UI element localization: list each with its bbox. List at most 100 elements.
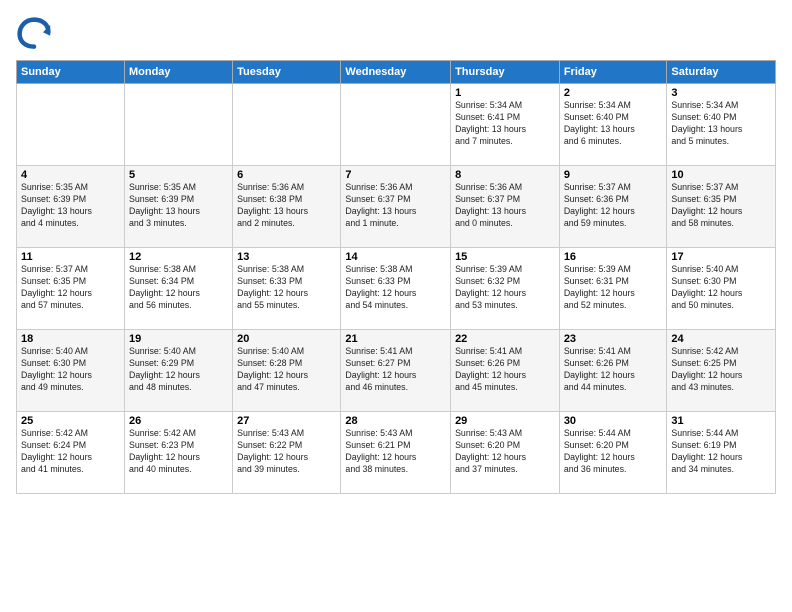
day-number: 24 [671, 333, 771, 345]
page: SundayMondayTuesdayWednesdayThursdayFrid… [0, 0, 792, 612]
calendar-cell [341, 84, 451, 166]
calendar-cell: 15Sunrise: 5:39 AM Sunset: 6:32 PM Dayli… [451, 248, 560, 330]
day-info: Sunrise: 5:40 AM Sunset: 6:28 PM Dayligh… [237, 346, 336, 394]
calendar-cell: 20Sunrise: 5:40 AM Sunset: 6:28 PM Dayli… [233, 330, 341, 412]
calendar-cell: 12Sunrise: 5:38 AM Sunset: 6:34 PM Dayli… [124, 248, 232, 330]
day-number: 7 [345, 169, 446, 181]
col-header-monday: Monday [124, 61, 232, 84]
day-info: Sunrise: 5:39 AM Sunset: 6:31 PM Dayligh… [564, 264, 663, 312]
col-header-sunday: Sunday [17, 61, 125, 84]
day-info: Sunrise: 5:42 AM Sunset: 6:23 PM Dayligh… [129, 428, 228, 476]
calendar-cell: 11Sunrise: 5:37 AM Sunset: 6:35 PM Dayli… [17, 248, 125, 330]
day-info: Sunrise: 5:44 AM Sunset: 6:20 PM Dayligh… [564, 428, 663, 476]
day-number: 4 [21, 169, 120, 181]
day-number: 6 [237, 169, 336, 181]
calendar-cell: 1Sunrise: 5:34 AM Sunset: 6:41 PM Daylig… [451, 84, 560, 166]
week-row-4: 18Sunrise: 5:40 AM Sunset: 6:30 PM Dayli… [17, 330, 776, 412]
calendar-cell: 17Sunrise: 5:40 AM Sunset: 6:30 PM Dayli… [667, 248, 776, 330]
day-number: 2 [564, 87, 663, 99]
day-number: 1 [455, 87, 555, 99]
week-row-5: 25Sunrise: 5:42 AM Sunset: 6:24 PM Dayli… [17, 412, 776, 494]
col-header-tuesday: Tuesday [233, 61, 341, 84]
calendar-cell: 26Sunrise: 5:42 AM Sunset: 6:23 PM Dayli… [124, 412, 232, 494]
day-info: Sunrise: 5:36 AM Sunset: 6:37 PM Dayligh… [455, 182, 555, 230]
calendar-cell: 18Sunrise: 5:40 AM Sunset: 6:30 PM Dayli… [17, 330, 125, 412]
calendar-cell: 31Sunrise: 5:44 AM Sunset: 6:19 PM Dayli… [667, 412, 776, 494]
day-number: 15 [455, 251, 555, 263]
day-info: Sunrise: 5:38 AM Sunset: 6:33 PM Dayligh… [237, 264, 336, 312]
day-number: 20 [237, 333, 336, 345]
day-number: 5 [129, 169, 228, 181]
day-info: Sunrise: 5:44 AM Sunset: 6:19 PM Dayligh… [671, 428, 771, 476]
calendar-cell: 23Sunrise: 5:41 AM Sunset: 6:26 PM Dayli… [559, 330, 667, 412]
day-number: 23 [564, 333, 663, 345]
day-number: 22 [455, 333, 555, 345]
day-info: Sunrise: 5:41 AM Sunset: 6:26 PM Dayligh… [455, 346, 555, 394]
week-row-3: 11Sunrise: 5:37 AM Sunset: 6:35 PM Dayli… [17, 248, 776, 330]
day-info: Sunrise: 5:34 AM Sunset: 6:41 PM Dayligh… [455, 100, 555, 148]
calendar-cell: 13Sunrise: 5:38 AM Sunset: 6:33 PM Dayli… [233, 248, 341, 330]
calendar-header-row: SundayMondayTuesdayWednesdayThursdayFrid… [17, 61, 776, 84]
calendar-cell: 16Sunrise: 5:39 AM Sunset: 6:31 PM Dayli… [559, 248, 667, 330]
day-info: Sunrise: 5:38 AM Sunset: 6:33 PM Dayligh… [345, 264, 446, 312]
day-info: Sunrise: 5:37 AM Sunset: 6:36 PM Dayligh… [564, 182, 663, 230]
calendar-cell: 30Sunrise: 5:44 AM Sunset: 6:20 PM Dayli… [559, 412, 667, 494]
day-info: Sunrise: 5:35 AM Sunset: 6:39 PM Dayligh… [21, 182, 120, 230]
week-row-1: 1Sunrise: 5:34 AM Sunset: 6:41 PM Daylig… [17, 84, 776, 166]
day-number: 30 [564, 415, 663, 427]
day-info: Sunrise: 5:39 AM Sunset: 6:32 PM Dayligh… [455, 264, 555, 312]
week-row-2: 4Sunrise: 5:35 AM Sunset: 6:39 PM Daylig… [17, 166, 776, 248]
day-number: 8 [455, 169, 555, 181]
calendar-cell: 19Sunrise: 5:40 AM Sunset: 6:29 PM Dayli… [124, 330, 232, 412]
calendar-cell: 10Sunrise: 5:37 AM Sunset: 6:35 PM Dayli… [667, 166, 776, 248]
day-info: Sunrise: 5:37 AM Sunset: 6:35 PM Dayligh… [671, 182, 771, 230]
calendar-cell: 24Sunrise: 5:42 AM Sunset: 6:25 PM Dayli… [667, 330, 776, 412]
day-info: Sunrise: 5:34 AM Sunset: 6:40 PM Dayligh… [671, 100, 771, 148]
col-header-wednesday: Wednesday [341, 61, 451, 84]
day-number: 19 [129, 333, 228, 345]
day-info: Sunrise: 5:43 AM Sunset: 6:22 PM Dayligh… [237, 428, 336, 476]
calendar-cell: 3Sunrise: 5:34 AM Sunset: 6:40 PM Daylig… [667, 84, 776, 166]
calendar-cell: 28Sunrise: 5:43 AM Sunset: 6:21 PM Dayli… [341, 412, 451, 494]
day-info: Sunrise: 5:34 AM Sunset: 6:40 PM Dayligh… [564, 100, 663, 148]
calendar-cell: 21Sunrise: 5:41 AM Sunset: 6:27 PM Dayli… [341, 330, 451, 412]
day-number: 10 [671, 169, 771, 181]
day-info: Sunrise: 5:35 AM Sunset: 6:39 PM Dayligh… [129, 182, 228, 230]
day-number: 25 [21, 415, 120, 427]
day-info: Sunrise: 5:43 AM Sunset: 6:20 PM Dayligh… [455, 428, 555, 476]
day-info: Sunrise: 5:40 AM Sunset: 6:29 PM Dayligh… [129, 346, 228, 394]
day-number: 11 [21, 251, 120, 263]
logo [16, 16, 56, 52]
day-info: Sunrise: 5:38 AM Sunset: 6:34 PM Dayligh… [129, 264, 228, 312]
calendar-cell: 6Sunrise: 5:36 AM Sunset: 6:38 PM Daylig… [233, 166, 341, 248]
calendar-cell: 5Sunrise: 5:35 AM Sunset: 6:39 PM Daylig… [124, 166, 232, 248]
day-info: Sunrise: 5:41 AM Sunset: 6:27 PM Dayligh… [345, 346, 446, 394]
calendar-cell: 22Sunrise: 5:41 AM Sunset: 6:26 PM Dayli… [451, 330, 560, 412]
calendar-cell: 9Sunrise: 5:37 AM Sunset: 6:36 PM Daylig… [559, 166, 667, 248]
day-info: Sunrise: 5:36 AM Sunset: 6:37 PM Dayligh… [345, 182, 446, 230]
day-number: 28 [345, 415, 446, 427]
day-info: Sunrise: 5:36 AM Sunset: 6:38 PM Dayligh… [237, 182, 336, 230]
day-info: Sunrise: 5:42 AM Sunset: 6:24 PM Dayligh… [21, 428, 120, 476]
col-header-saturday: Saturday [667, 61, 776, 84]
calendar-cell [124, 84, 232, 166]
day-number: 27 [237, 415, 336, 427]
day-number: 26 [129, 415, 228, 427]
logo-icon [16, 16, 52, 52]
day-number: 29 [455, 415, 555, 427]
day-info: Sunrise: 5:40 AM Sunset: 6:30 PM Dayligh… [21, 346, 120, 394]
header [16, 16, 776, 52]
calendar-cell: 25Sunrise: 5:42 AM Sunset: 6:24 PM Dayli… [17, 412, 125, 494]
day-info: Sunrise: 5:43 AM Sunset: 6:21 PM Dayligh… [345, 428, 446, 476]
day-number: 9 [564, 169, 663, 181]
day-info: Sunrise: 5:41 AM Sunset: 6:26 PM Dayligh… [564, 346, 663, 394]
day-info: Sunrise: 5:42 AM Sunset: 6:25 PM Dayligh… [671, 346, 771, 394]
calendar-cell: 29Sunrise: 5:43 AM Sunset: 6:20 PM Dayli… [451, 412, 560, 494]
col-header-friday: Friday [559, 61, 667, 84]
day-number: 21 [345, 333, 446, 345]
day-number: 3 [671, 87, 771, 99]
day-info: Sunrise: 5:37 AM Sunset: 6:35 PM Dayligh… [21, 264, 120, 312]
calendar-cell: 2Sunrise: 5:34 AM Sunset: 6:40 PM Daylig… [559, 84, 667, 166]
day-number: 17 [671, 251, 771, 263]
calendar-cell: 7Sunrise: 5:36 AM Sunset: 6:37 PM Daylig… [341, 166, 451, 248]
